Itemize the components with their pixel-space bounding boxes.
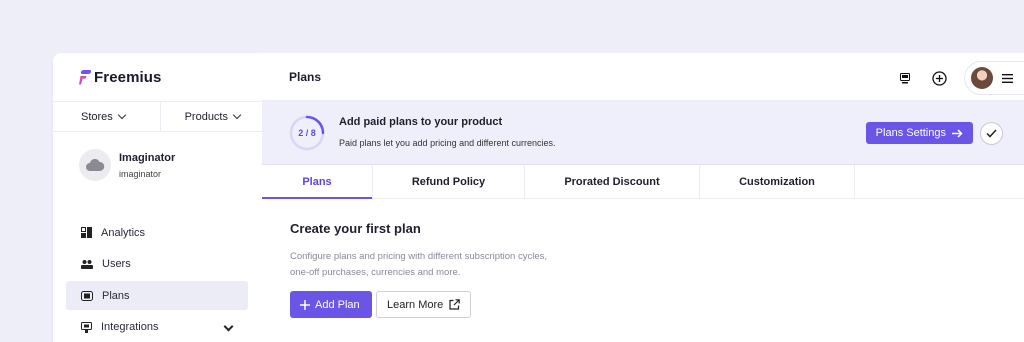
store-slug: imaginator bbox=[119, 168, 162, 179]
stores-dropdown[interactable]: Stores bbox=[53, 102, 161, 131]
onboarding-banner: 2 / 8 Add paid plans to your product Pai… bbox=[262, 101, 1024, 165]
learn-more-button[interactable]: Learn More bbox=[376, 291, 472, 318]
stores-label: Stores bbox=[81, 110, 113, 123]
sidebar-item-label: Integrations bbox=[101, 321, 159, 333]
brand-name: Freemius bbox=[94, 69, 162, 86]
tab-plans[interactable]: Plans bbox=[262, 165, 373, 199]
device-icon[interactable] bbox=[896, 69, 914, 87]
tab-refund-policy[interactable]: Refund Policy bbox=[373, 165, 525, 198]
cloud-icon bbox=[79, 149, 111, 181]
sidebar-item-users[interactable]: Users bbox=[66, 250, 248, 279]
chevron-down-icon bbox=[232, 110, 242, 120]
products-label: Products bbox=[184, 110, 228, 123]
tab-customization[interactable]: Customization bbox=[700, 165, 855, 198]
empty-state-title: Create your first plan bbox=[290, 221, 421, 236]
integrations-icon bbox=[81, 321, 92, 333]
plan-tabs: Plans Refund Policy Prorated Discount Cu… bbox=[262, 165, 1024, 199]
sidebar-item-label: Analytics bbox=[101, 226, 146, 239]
banner-subtitle: Paid plans let you add pricing and diffe… bbox=[339, 138, 556, 148]
description-line: one-off purchases, currencies and more. bbox=[290, 267, 461, 278]
learn-more-label: Learn More bbox=[387, 298, 444, 311]
progress-count: 2 / 8 bbox=[298, 128, 316, 138]
topbar-actions bbox=[896, 61, 1024, 95]
users-icon bbox=[81, 260, 93, 269]
description-line: Configure plans and pricing with differe… bbox=[290, 251, 547, 262]
hamburger-menu-icon bbox=[1002, 73, 1013, 83]
sidebar-item-plans[interactable]: Plans bbox=[66, 281, 248, 310]
topbar: Plans bbox=[262, 53, 1024, 101]
brand-logo[interactable]: Freemius bbox=[79, 69, 162, 86]
store-product-selectors: Stores Products bbox=[53, 101, 262, 132]
sidebar-item-label: Users bbox=[102, 258, 131, 270]
arrow-right-icon bbox=[952, 128, 963, 138]
products-dropdown[interactable]: Products bbox=[161, 102, 262, 131]
plans-icon bbox=[81, 290, 93, 301]
page-title: Plans bbox=[289, 70, 322, 84]
check-icon bbox=[986, 129, 997, 138]
tab-prorated-discount[interactable]: Prorated Discount bbox=[525, 165, 700, 198]
store-card[interactable]: Imaginator imaginator bbox=[79, 149, 175, 181]
user-menu[interactable] bbox=[964, 61, 1024, 95]
sidebar-item-analytics[interactable]: Analytics bbox=[66, 218, 248, 247]
chevron-down-icon[interactable] bbox=[223, 321, 234, 331]
mark-complete-button[interactable] bbox=[980, 122, 1003, 145]
plus-icon bbox=[300, 299, 310, 310]
sidebar-nav: Analytics Users Plans Integrations bbox=[66, 218, 248, 342]
empty-state-description: Configure plans and pricing with differe… bbox=[290, 249, 590, 281]
plans-settings-label: Plans Settings bbox=[875, 127, 946, 139]
progress-ring: 2 / 8 bbox=[289, 115, 325, 151]
plans-empty-state: Create your first plan Configure plans a… bbox=[262, 199, 1024, 342]
banner-title: Add paid plans to your product bbox=[339, 116, 503, 128]
chevron-down-icon bbox=[117, 110, 127, 120]
sidebar: Freemius Stores Products Imaginator imag… bbox=[53, 53, 262, 342]
add-plan-label: Add Plan bbox=[315, 298, 360, 311]
plus-circle-icon[interactable] bbox=[930, 69, 948, 87]
external-link-icon bbox=[449, 299, 461, 310]
avatar bbox=[971, 67, 993, 89]
plans-settings-button[interactable]: Plans Settings bbox=[865, 122, 973, 144]
sidebar-item-integrations[interactable]: Integrations bbox=[66, 313, 248, 342]
freemius-logo-icon bbox=[79, 70, 91, 86]
sidebar-item-label: Plans bbox=[102, 289, 130, 302]
add-plan-button[interactable]: Add Plan bbox=[290, 291, 372, 318]
store-name: Imaginator bbox=[119, 151, 176, 164]
main-panel: Plans 2 / 8 Add paid plans to your produ… bbox=[262, 53, 1024, 342]
analytics-icon bbox=[81, 227, 92, 238]
